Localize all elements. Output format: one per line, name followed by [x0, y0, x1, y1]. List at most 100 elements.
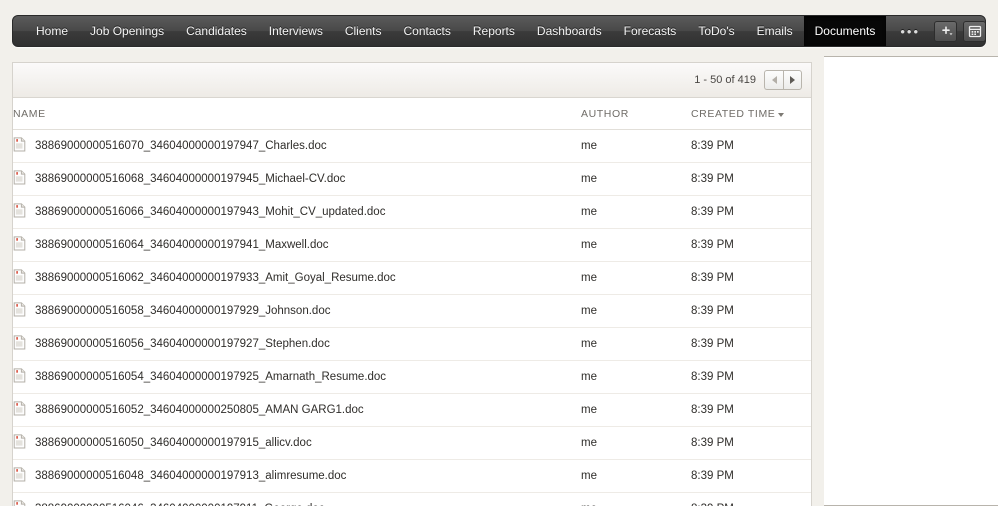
file-name-wrapper: 38869000000516064_34604000000197941_Maxw… [13, 236, 581, 254]
nav-tab-forecasts[interactable]: Forecasts [613, 16, 688, 46]
file-name-link[interactable]: 38869000000516058_34604000000197929_John… [35, 305, 330, 317]
main-navigation-bar: HomeJob OpeningsCandidatesInterviewsClie… [12, 15, 986, 47]
nav-right-tools [934, 16, 986, 46]
nav-tab-home[interactable]: Home [25, 16, 79, 46]
table-row[interactable]: 38869000000516054_34604000000197925_Amar… [13, 361, 811, 394]
file-name-cell: 38869000000516054_34604000000197925_Amar… [13, 361, 581, 394]
file-name-link[interactable]: 38869000000516054_34604000000197925_Amar… [35, 371, 386, 383]
column-header-name[interactable]: NAME [13, 98, 581, 130]
file-name-wrapper: 38869000000516046_34604000000197911_Geor… [13, 500, 581, 506]
file-name-wrapper: 38869000000516068_34604000000197945_Mich… [13, 170, 581, 188]
column-header-author-label: AUTHOR [581, 108, 629, 120]
nav-tab-dashboards[interactable]: Dashboards [526, 16, 613, 46]
file-name-link[interactable]: 38869000000516064_34604000000197941_Maxw… [35, 239, 329, 251]
file-name-cell: 38869000000516050_34604000000197915_alli… [13, 427, 581, 460]
file-name-wrapper: 38869000000516048_34604000000197913_alim… [13, 467, 581, 485]
file-created-time-cell: 8:39 PM [691, 163, 811, 196]
table-row[interactable]: 38869000000516046_34604000000197911_Geor… [13, 493, 811, 506]
doc-file-icon [13, 170, 26, 188]
doc-file-icon [13, 335, 26, 353]
nav-overflow-menu-button[interactable]: ••• [886, 16, 934, 46]
table-row[interactable]: 38869000000516056_34604000000197927_Step… [13, 328, 811, 361]
doc-file-icon [13, 203, 26, 221]
file-name-cell: 38869000000516052_34604000000250805_AMAN… [13, 394, 581, 427]
sort-descending-caret-icon [778, 113, 784, 117]
nav-tab-job-openings[interactable]: Job Openings [79, 16, 175, 46]
file-created-time-cell: 8:39 PM [691, 361, 811, 394]
nav-tab-interviews[interactable]: Interviews [258, 16, 334, 46]
chevron-left-icon [772, 76, 777, 84]
file-name-cell: 38869000000516062_34604000000197933_Amit… [13, 262, 581, 295]
file-name-link[interactable]: 38869000000516050_34604000000197915_alli… [35, 437, 312, 449]
file-name-link[interactable]: 38869000000516070_34604000000197947_Char… [35, 140, 327, 152]
file-name-link[interactable]: 38869000000516052_34604000000250805_AMAN… [35, 404, 364, 416]
doc-file-icon [13, 434, 26, 452]
files-panel: 1 - 50 of 419 NAME [12, 62, 812, 506]
table-row[interactable]: 38869000000516062_34604000000197933_Amit… [13, 262, 811, 295]
file-name-wrapper: 38869000000516052_34604000000250805_AMAN… [13, 401, 581, 419]
file-name-link[interactable]: 38869000000516066_34604000000197943_Mohi… [35, 206, 385, 218]
file-created-time-cell: 8:39 PM [691, 460, 811, 493]
column-header-created-time[interactable]: CREATED TIME [691, 98, 811, 130]
pagination-controls [764, 70, 802, 90]
doc-file-icon [13, 137, 26, 155]
plus-dropdown-icon [939, 25, 953, 37]
table-row[interactable]: 38869000000516050_34604000000197915_alli… [13, 427, 811, 460]
column-header-created-time-label: CREATED TIME [691, 108, 775, 120]
nav-tab-contacts[interactable]: Contacts [393, 16, 462, 46]
app-window: HomeJob OpeningsCandidatesInterviewsClie… [0, 0, 998, 506]
nav-tab-reports[interactable]: Reports [462, 16, 526, 46]
nav-tab-emails[interactable]: Emails [746, 16, 804, 46]
file-name-cell: 38869000000516068_34604000000197945_Mich… [13, 163, 581, 196]
file-name-link[interactable]: 38869000000516048_34604000000197913_alim… [35, 470, 346, 482]
file-author-cell: me [581, 130, 691, 163]
file-created-time-cell: 8:39 PM [691, 328, 811, 361]
main-panel-region: 1 - 50 of 419 NAME [0, 56, 824, 506]
add-record-button[interactable] [934, 21, 957, 42]
table-row[interactable]: 38869000000516066_34604000000197943_Mohi… [13, 196, 811, 229]
calendar-icon [968, 24, 982, 38]
file-author-cell: me [581, 493, 691, 506]
doc-file-icon [13, 236, 26, 254]
file-created-time-cell: 8:39 PM [691, 262, 811, 295]
nav-tab-list: HomeJob OpeningsCandidatesInterviewsClie… [13, 16, 934, 46]
table-row[interactable]: 38869000000516064_34604000000197941_Maxw… [13, 229, 811, 262]
file-author-cell: me [581, 394, 691, 427]
file-name-cell: 38869000000516048_34604000000197913_alim… [13, 460, 581, 493]
table-row[interactable]: 38869000000516052_34604000000250805_AMAN… [13, 394, 811, 427]
table-row[interactable]: 38869000000516058_34604000000197929_John… [13, 295, 811, 328]
file-author-cell: me [581, 262, 691, 295]
file-author-cell: me [581, 361, 691, 394]
file-name-link[interactable]: 38869000000516062_34604000000197933_Amit… [35, 272, 396, 284]
file-author-cell: me [581, 427, 691, 460]
table-row[interactable]: 38869000000516070_34604000000197947_Char… [13, 130, 811, 163]
files-table-body: 38869000000516070_34604000000197947_Char… [13, 130, 811, 506]
file-name-wrapper: 38869000000516056_34604000000197927_Step… [13, 335, 581, 353]
file-created-time-cell: 8:39 PM [691, 196, 811, 229]
file-author-cell: me [581, 295, 691, 328]
file-name-link[interactable]: 38869000000516056_34604000000197927_Step… [35, 338, 330, 350]
file-name-wrapper: 38869000000516066_34604000000197943_Mohi… [13, 203, 581, 221]
next-page-button[interactable] [783, 70, 802, 90]
nav-tab-candidates[interactable]: Candidates [175, 16, 258, 46]
file-name-link[interactable]: 38869000000516068_34604000000197945_Mich… [35, 173, 345, 185]
column-header-author[interactable]: AUTHOR [581, 98, 691, 130]
table-row[interactable]: 38869000000516068_34604000000197945_Mich… [13, 163, 811, 196]
pagination-count: 1 - 50 of 419 [694, 74, 756, 86]
doc-file-icon [13, 467, 26, 485]
top-nav-region: HomeJob OpeningsCandidatesInterviewsClie… [0, 0, 998, 56]
table-row[interactable]: 38869000000516048_34604000000197913_alim… [13, 460, 811, 493]
file-created-time-cell: 8:39 PM [691, 427, 811, 460]
nav-tab-todo-s[interactable]: ToDo's [687, 16, 745, 46]
file-name-cell: 38869000000516066_34604000000197943_Mohi… [13, 196, 581, 229]
file-name-wrapper: 38869000000516062_34604000000197933_Amit… [13, 269, 581, 287]
doc-file-icon [13, 302, 26, 320]
previous-page-button[interactable] [764, 70, 783, 90]
file-name-cell: 38869000000516058_34604000000197929_John… [13, 295, 581, 328]
file-created-time-cell: 8:39 PM [691, 130, 811, 163]
nav-tab-documents[interactable]: Documents [804, 16, 887, 46]
nav-tab-clients[interactable]: Clients [334, 16, 393, 46]
calendar-button[interactable] [963, 21, 986, 42]
table-header-row: NAME AUTHOR CREATED TIME [13, 98, 811, 130]
content-region: Create Upload All FilesDocumentsPictures… [0, 56, 998, 506]
